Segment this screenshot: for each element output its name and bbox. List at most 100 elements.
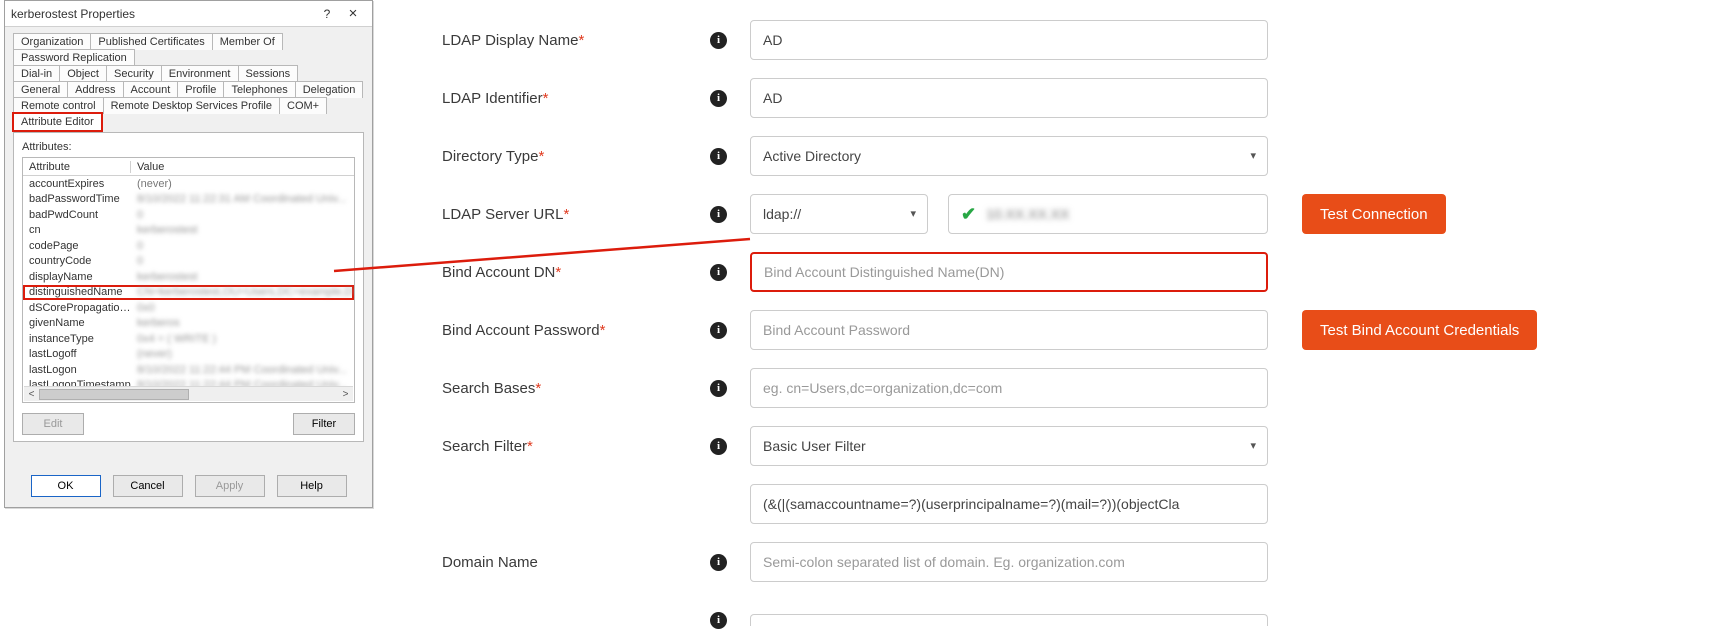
edit-button[interactable]: Edit — [22, 413, 84, 435]
bind-dn-label: Bind Account DN* — [442, 264, 710, 281]
col-value[interactable]: Value — [131, 161, 340, 173]
col-attribute[interactable]: Attribute — [23, 161, 131, 173]
tab-organization[interactable]: Organization — [13, 33, 91, 50]
scroll-left-icon[interactable]: < — [24, 389, 39, 400]
ldap-display-name-input[interactable] — [750, 20, 1268, 60]
attr-name: dSCorePropagationD... — [23, 302, 131, 314]
search-bases-input[interactable] — [750, 368, 1268, 408]
scroll-track[interactable] — [39, 387, 338, 401]
attribute-row[interactable]: lastLogoff(never) — [23, 347, 354, 363]
attr-value: (never) — [131, 348, 354, 360]
tab-remote-desktop-services-profile[interactable]: Remote Desktop Services Profile — [103, 97, 280, 114]
tab-profile[interactable]: Profile — [177, 81, 224, 98]
attribute-row[interactable]: instanceType0x4 = ( WRITE ) — [23, 331, 354, 347]
directory-type-select[interactable]: Active Directory — [750, 136, 1268, 176]
close-icon[interactable]: × — [340, 5, 366, 22]
help-icon[interactable]: ? — [314, 7, 340, 21]
test-connection-button[interactable]: Test Connection — [1302, 194, 1446, 234]
attr-name: lastLogon — [23, 364, 131, 376]
attr-name: lastLogoff — [23, 348, 131, 360]
tab-member-of[interactable]: Member Of — [212, 33, 283, 50]
scroll-right-icon[interactable]: > — [338, 389, 353, 400]
info-icon[interactable]: i — [710, 322, 727, 339]
bind-password-input[interactable] — [750, 310, 1268, 350]
filter-button[interactable]: Filter — [293, 413, 355, 435]
ldap-host-display: ✔ 10.XX.XX.XX — [948, 194, 1268, 234]
attribute-row[interactable]: codePage0 — [23, 238, 354, 254]
attribute-row[interactable]: countryCode0 — [23, 254, 354, 270]
attr-name: distinguishedName — [23, 286, 131, 298]
test-bind-credentials-button[interactable]: Test Bind Account Credentials — [1302, 310, 1537, 350]
ok-button[interactable]: OK — [31, 475, 101, 497]
attr-name: badPasswordTime — [23, 193, 131, 205]
search-filter-select[interactable]: Basic User Filter — [750, 426, 1268, 466]
tab-strip: OrganizationPublished CertificatesMember… — [5, 27, 372, 132]
tab-account[interactable]: Account — [123, 81, 179, 98]
tab-general[interactable]: General — [13, 81, 68, 98]
ldap-identifier-label: LDAP Identifier* — [442, 90, 710, 107]
attribute-row[interactable]: distinguishedNameCN=kerberostest,OU=User… — [23, 285, 354, 301]
tab-address[interactable]: Address — [67, 81, 123, 98]
attr-value: kerberos — [131, 317, 354, 329]
attribute-row[interactable]: dSCorePropagationD...0x0 — [23, 300, 354, 316]
tab-remote-control[interactable]: Remote control — [13, 97, 104, 114]
ldap-config-form: LDAP Display Name* i LDAP Identifier* i … — [382, 0, 1721, 640]
info-icon[interactable]: i — [710, 148, 727, 165]
bind-password-label: Bind Account Password* — [442, 322, 710, 339]
attribute-row[interactable]: lastLogonTimestamp8/10/2022 11:22:44 PM … — [23, 378, 354, 387]
dialog-titlebar[interactable]: kerberostest Properties ? × — [5, 1, 372, 27]
tab-delegation[interactable]: Delegation — [295, 81, 364, 98]
info-icon[interactable]: i — [710, 90, 727, 107]
scroll-thumb[interactable] — [39, 389, 189, 400]
grid-body[interactable]: accountExpires(never)badPasswordTime8/10… — [23, 176, 354, 386]
tab-password-replication[interactable]: Password Replication — [13, 49, 135, 66]
attribute-row[interactable]: lastLogon8/10/2022 11:22:44 PM Coordinat… — [23, 362, 354, 378]
search-filter-expression-input[interactable] — [750, 484, 1268, 524]
attributes-grid[interactable]: Attribute Value accountExpires(never)bad… — [22, 157, 355, 403]
tab-environment[interactable]: Environment — [161, 65, 239, 82]
checkmark-icon: ✔ — [961, 204, 976, 225]
ldap-identifier-input[interactable] — [750, 78, 1268, 118]
tab-security[interactable]: Security — [106, 65, 162, 82]
tab-telephones[interactable]: Telephones — [223, 81, 295, 98]
attribute-row[interactable]: badPasswordTime8/10/2022 11:22:31 AM Coo… — [23, 192, 354, 208]
attribute-row[interactable]: badPwdCount0 — [23, 207, 354, 223]
info-icon[interactable]: i — [710, 438, 727, 455]
attr-value: 8/10/2022 11:22:31 AM Coordinated Univ..… — [131, 193, 354, 205]
attr-value: 8/10/2022 11:22:44 PM Coordinated Univ..… — [131, 379, 354, 386]
help-button[interactable]: Help — [277, 475, 347, 497]
info-icon[interactable]: i — [710, 612, 727, 629]
attribute-row[interactable]: displayNamekerberostest — [23, 269, 354, 285]
horizontal-scrollbar[interactable]: < > — [24, 386, 353, 401]
attr-value: kerberostest — [131, 224, 354, 236]
info-icon[interactable]: i — [710, 32, 727, 49]
info-icon[interactable]: i — [710, 264, 727, 281]
info-icon[interactable]: i — [710, 380, 727, 397]
domain-name-input[interactable] — [750, 542, 1268, 582]
info-icon[interactable]: i — [710, 206, 727, 223]
tab-attribute-editor[interactable]: Attribute Editor — [13, 113, 102, 131]
ldap-server-url-label: LDAP Server URL* — [442, 206, 710, 223]
tab-com-[interactable]: COM+ — [279, 97, 327, 114]
attr-value: CN=kerberostest,OU=Users,DC=example,DC=c… — [131, 286, 354, 298]
bind-dn-input[interactable] — [750, 252, 1268, 292]
tab-published-certificates[interactable]: Published Certificates — [90, 33, 212, 50]
attr-name: badPwdCount — [23, 209, 131, 221]
tab-object[interactable]: Object — [59, 65, 107, 82]
ldap-protocol-select[interactable]: ldap:// — [750, 194, 928, 234]
properties-dialog: kerberostest Properties ? × Organization… — [4, 0, 373, 508]
info-icon[interactable]: i — [710, 554, 727, 571]
tab-sessions[interactable]: Sessions — [238, 65, 299, 82]
attribute-editor-panel: Attributes: Attribute Value accountExpir… — [13, 132, 364, 442]
attribute-row[interactable]: accountExpires(never) — [23, 176, 354, 192]
cancel-button[interactable]: Cancel — [113, 475, 183, 497]
attr-name: codePage — [23, 240, 131, 252]
tab-dial-in[interactable]: Dial-in — [13, 65, 60, 82]
attr-name: displayName — [23, 271, 131, 283]
attribute-row[interactable]: cnkerberostest — [23, 223, 354, 239]
attribute-row[interactable]: givenNamekerberos — [23, 316, 354, 332]
grid-header: Attribute Value — [23, 158, 354, 176]
attr-name: instanceType — [23, 333, 131, 345]
apply-button[interactable]: Apply — [195, 475, 265, 497]
attr-value: 8/10/2022 11:22:44 PM Coordinated Univ..… — [131, 364, 354, 376]
